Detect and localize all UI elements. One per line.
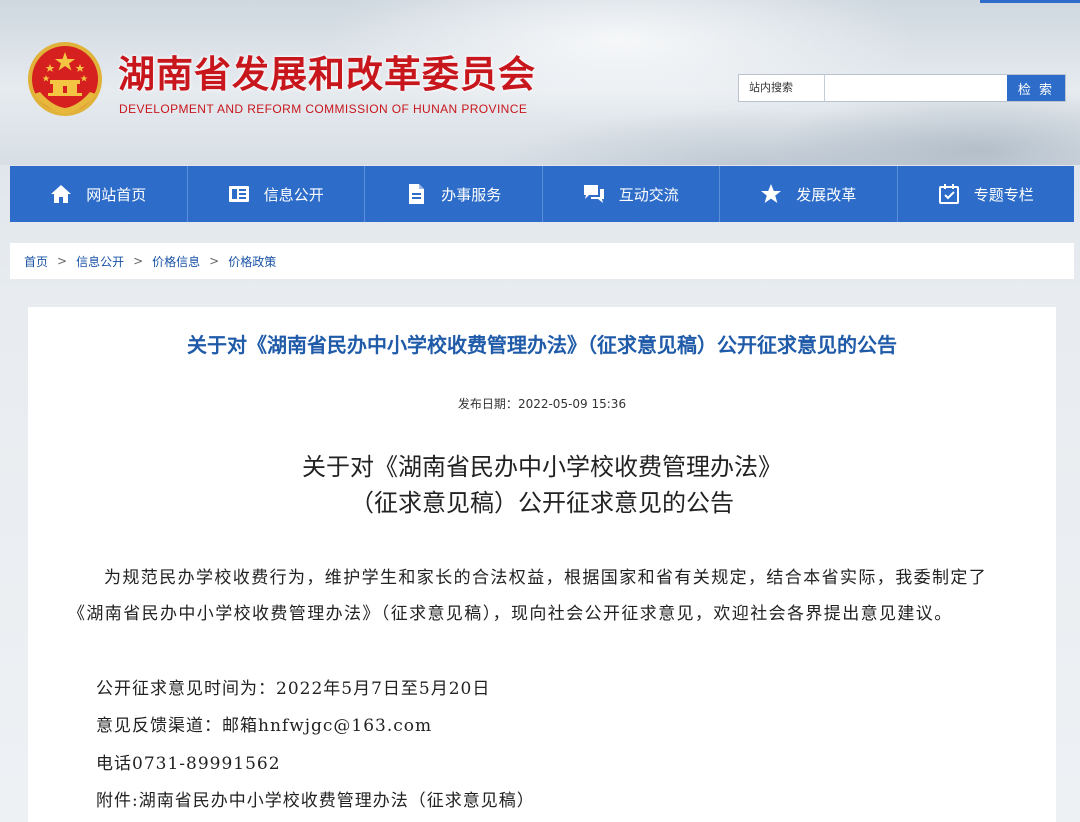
main-nav: 网站首页 信息公开 办事服务 互动交流 发展改革 专题专栏 (10, 166, 1074, 222)
nav-item-topics[interactable]: 专题专栏 (898, 166, 1075, 222)
search-input[interactable] (825, 75, 1007, 101)
breadcrumb-separator: > (209, 254, 220, 268)
nav-item-interaction[interactable]: 互动交流 (543, 166, 720, 222)
search-label: 站内搜索 (739, 75, 825, 101)
attachment-link[interactable]: 附件:湖南省民办中小学校收费管理办法（征求意见稿） (96, 786, 535, 811)
nav-item-label: 信息公开 (263, 185, 324, 204)
calendar-check-icon (938, 183, 960, 205)
breadcrumb: 首页 > 信息公开 > 价格信息 > 价格政策 (10, 243, 1074, 279)
publish-info: 发布日期：2022-05-09 15:36 (28, 395, 1056, 412)
contact-phone: 电话0731-89991562 (96, 754, 281, 774)
nav-item-label: 网站首页 (86, 185, 147, 204)
nav-item-label: 发展改革 (796, 185, 857, 204)
top-accent-bar (980, 0, 1080, 3)
feedback-channel: 意见反馈渠道：邮箱hnfwjgc@163.com (96, 716, 433, 736)
nav-item-services[interactable]: 办事服务 (365, 166, 543, 222)
nav-item-label: 办事服务 (441, 185, 502, 204)
breadcrumb-separator: > (57, 254, 68, 268)
publish-date: 2022-05-09 15:36 (517, 397, 627, 411)
site-title[interactable]: 湖南省发展和改革委员会 (118, 44, 536, 98)
breadcrumb-separator: > (133, 254, 144, 268)
breadcrumb-home-link[interactable]: 首页 (24, 253, 48, 270)
national-emblem-icon[interactable] (26, 40, 104, 118)
star-icon (760, 183, 782, 205)
document-title-line: 关于对《湖南省民办中小学校收费管理办法》 (302, 453, 782, 481)
nav-item-label: 互动交流 (618, 185, 679, 204)
document-icon (405, 183, 427, 205)
nav-item-info[interactable]: 信息公开 (188, 166, 365, 222)
document-title-line: （征求意见稿）公开征求意见的公告 (350, 489, 734, 517)
nav-item-home[interactable]: 网站首页 (10, 166, 188, 222)
article-heading: 关于对《湖南省民办中小学校收费管理办法》（征求意见稿）公开征求意见的公告 (187, 333, 897, 357)
document-title: 关于对《湖南省民办中小学校收费管理办法》 （征求意见稿）公开征求意见的公告 (28, 449, 1056, 521)
site-header: 湖南省发展和改革委员会 DEVELOPMENT AND REFORM COMMI… (0, 0, 1080, 165)
search-button[interactable]: 检 索 (1007, 75, 1065, 101)
nav-item-reform[interactable]: 发展改革 (720, 166, 898, 222)
breadcrumb-price-info-link[interactable]: 价格信息 (152, 253, 200, 270)
chat-icon (583, 183, 605, 205)
comment-period: 公开征求意见时间为：2022年5月7日至5月20日 (96, 679, 491, 699)
article-paragraph: 为规范民办学校收费行为，维护学生和家长的合法权益，根据国家和省有关规定，结合本省… (68, 568, 988, 624)
site-search: 站内搜索 检 索 (738, 74, 1066, 102)
site-subtitle: DEVELOPMENT AND REFORM COMMISSION OF HUN… (119, 102, 528, 116)
article-panel: 关于对《湖南省民办中小学校收费管理办法》（征求意见稿）公开征求意见的公告 发布日… (28, 307, 1056, 822)
breadcrumb-info-link[interactable]: 信息公开 (76, 253, 124, 270)
info-list-icon (228, 183, 250, 205)
breadcrumb-price-policy-link[interactable]: 价格政策 (228, 253, 276, 270)
nav-item-label: 专题专栏 (973, 185, 1034, 204)
publish-label: 发布日期： (457, 397, 518, 411)
home-icon (50, 183, 72, 205)
